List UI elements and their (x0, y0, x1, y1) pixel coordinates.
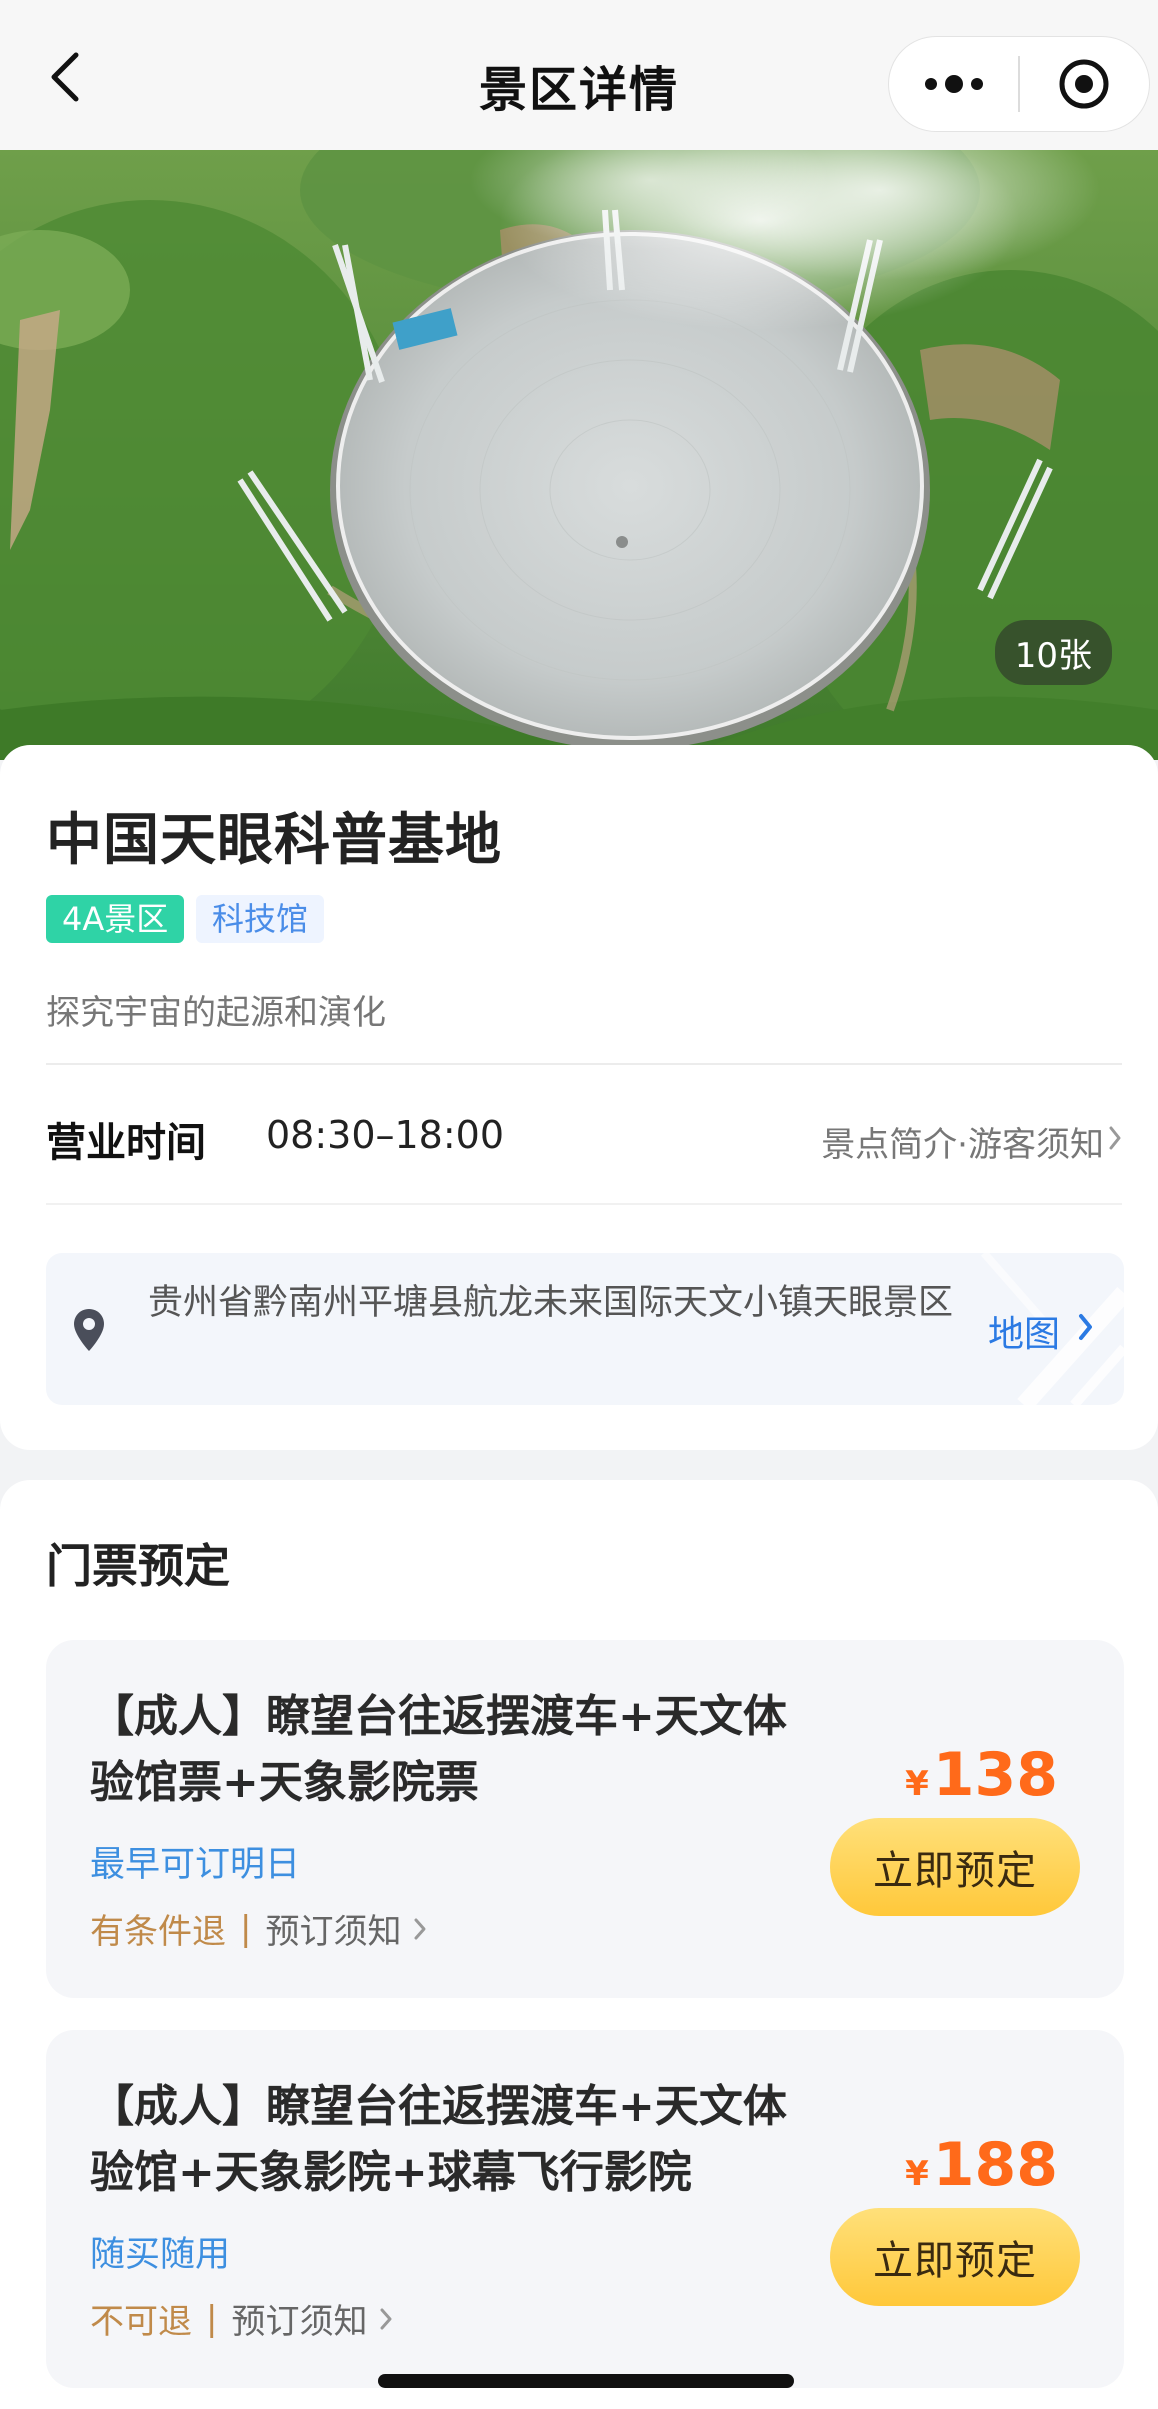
location-pin-icon (74, 1309, 104, 1351)
more-dots-icon (924, 75, 983, 93)
ticket-card[interactable]: 【成人】瞭望台往返摆渡车+天文体验馆票+天象影院票 最早可订明日 有条件退 | … (46, 1640, 1124, 1998)
ticket-availability: 最早可订明日 (90, 1845, 301, 1885)
policy-separator: | (206, 2298, 218, 2339)
booking-notice-link[interactable]: 预订须知 (265, 1904, 401, 1953)
price-value: 188 (932, 2130, 1058, 2200)
ticket-price: ¥ 188 (905, 2130, 1058, 2200)
address-text: 贵州省黔南州平塘县航龙未来国际天文小镇天眼景区 (148, 1283, 954, 1323)
chevron-right-icon (414, 1918, 426, 1939)
hours-value: 08:30–18:00 (266, 1113, 505, 1157)
ticket-availability: 随买随用 (90, 2235, 231, 2275)
home-indicator[interactable] (378, 2374, 794, 2388)
price-value: 138 (932, 1740, 1058, 1810)
chevron-right-icon (1079, 1314, 1092, 1340)
chevron-right-icon (1109, 1126, 1121, 1150)
scenic-slogan: 探究宇宙的起源和演化 (46, 993, 386, 1033)
ticket-section: 门票预定 【成人】瞭望台往返摆渡车+天文体验馆票+天象影院票 最早可订明日 有条… (0, 1480, 1158, 2409)
ticket-policy-row: 有条件退 | 预订须知 (90, 1904, 427, 1953)
currency-symbol: ¥ (905, 2154, 929, 2194)
more-button[interactable] (889, 37, 1018, 131)
refund-policy: 有条件退 (90, 1912, 226, 1952)
level-tag: 4A景区 (46, 895, 185, 943)
booking-notice-link[interactable]: 预订须知 (231, 2294, 367, 2343)
scenic-info-card: 中国天眼科普基地 4A景区 科技馆 探究宇宙的起源和演化 营业时间 08:30–… (0, 745, 1158, 1450)
hours-label: 营业时间 (46, 1120, 206, 1166)
mini-program-capsule (888, 36, 1150, 132)
ticket-price: ¥ 138 (905, 1740, 1058, 1810)
photo-count-badge[interactable]: 10张 (994, 620, 1112, 685)
close-button[interactable] (1020, 37, 1149, 131)
scenic-name: 中国天眼科普基地 (46, 808, 502, 873)
intro-notice-link[interactable]: 景点简介·游客须知 (821, 1117, 1104, 1166)
ticket-title: 【成人】瞭望台往返摆渡车+天文体验馆+天象影院+球幕飞行影院 (90, 2081, 787, 2198)
hero-image[interactable]: 10张 (0, 150, 1158, 760)
ticket-policy-row: 不可退 | 预订须知 (90, 2294, 393, 2343)
map-link[interactable]: 地图 (988, 1305, 1060, 1357)
target-close-icon (1059, 59, 1109, 109)
divider (46, 1203, 1122, 1205)
telescope-photo (0, 150, 1158, 760)
ticket-title: 【成人】瞭望台往返摆渡车+天文体验馆票+天象影院票 (90, 1691, 787, 1808)
ticket-card[interactable]: 【成人】瞭望台往返摆渡车+天文体验馆+天象影院+球幕飞行影院 随买随用 不可退 … (46, 2030, 1124, 2388)
category-tag: 科技馆 (196, 895, 325, 943)
book-now-button[interactable]: 立即预定 (830, 2208, 1080, 2306)
divider (46, 1063, 1122, 1065)
refund-policy: 不可退 (90, 2302, 192, 2342)
policy-separator: | (240, 1908, 252, 1949)
navbar: 景区详情 (0, 0, 1158, 150)
chevron-right-icon (380, 2308, 392, 2329)
section-title: 门票预定 (46, 1539, 230, 1593)
book-now-button[interactable]: 立即预定 (830, 1818, 1080, 1916)
address-bar[interactable]: 贵州省黔南州平塘县航龙未来国际天文小镇天眼景区 地图 (46, 1253, 1124, 1405)
currency-symbol: ¥ (905, 1764, 929, 1804)
